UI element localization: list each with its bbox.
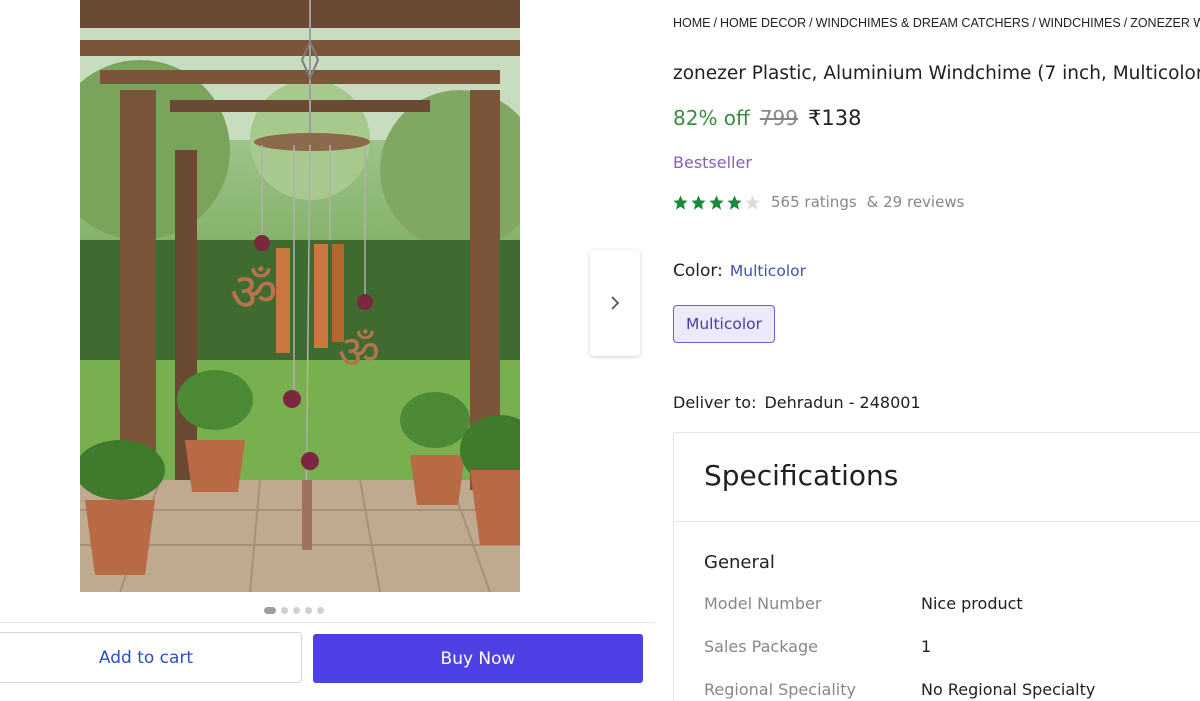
star-filled-icon <box>691 194 706 210</box>
star-filled-icon <box>673 194 688 210</box>
product-image[interactable]: ॐ ॐ <box>80 0 520 592</box>
action-divider <box>0 622 655 623</box>
breadcrumb-windchimes[interactable]: WINDCHIMES <box>1039 16 1121 30</box>
specifications-card: Specifications General Model Number Nice… <box>673 432 1200 701</box>
carousel-dot[interactable] <box>264 606 276 614</box>
carousel-dot[interactable] <box>281 606 288 614</box>
product-title: zonezer Plastic, Aluminium Windchime (7 … <box>673 63 1200 84</box>
star-rating <box>672 194 761 211</box>
add-to-cart-button[interactable]: Add to cart <box>0 632 302 683</box>
spec-row: Regional Speciality No Regional Specialt… <box>704 680 1184 699</box>
bestseller-badge: Bestseller <box>673 153 752 172</box>
carousel-dots <box>264 606 324 614</box>
buy-now-button[interactable]: Buy Now <box>313 634 643 683</box>
breadcrumb-home[interactable]: HOME <box>673 16 711 30</box>
discount-percent: 82% off <box>673 106 750 130</box>
deliver-to-label: Deliver to: <box>673 393 757 412</box>
spec-value: No Regional Specialty <box>921 680 1096 699</box>
star-filled-icon <box>709 194 724 210</box>
chevron-right-icon <box>611 296 620 310</box>
rating-row[interactable]: 565 ratings & 29 reviews <box>672 193 964 211</box>
windchime-photo: ॐ ॐ <box>80 0 520 592</box>
spec-row: Model Number Nice product <box>704 594 1184 613</box>
breadcrumb-current[interactable]: ZONEZER WIN <box>1130 16 1200 30</box>
price-row: 82% off 799 ₹138 <box>673 106 861 130</box>
star-empty-icon <box>745 194 760 210</box>
carousel-dot[interactable] <box>317 606 324 614</box>
delivery-location[interactable]: Deliver to: Dehradun - 248001 <box>673 393 921 412</box>
svg-text:ॐ: ॐ <box>338 325 380 379</box>
spec-section-title: General <box>704 552 775 573</box>
carousel-dot[interactable] <box>293 606 300 614</box>
spec-divider <box>674 521 1200 522</box>
spec-key: Sales Package <box>704 637 818 656</box>
spec-value: 1 <box>921 637 932 656</box>
original-price: 799 <box>759 106 799 130</box>
carousel-dot[interactable] <box>305 606 312 614</box>
breadcrumb: HOME / HOME DECOR / WINDCHIMES & DREAM CATCH… <box>673 16 1200 30</box>
delivery-pincode: Dehradun - 248001 <box>764 393 921 412</box>
color-selected-value: Multicolor <box>729 262 806 280</box>
spec-row: Sales Package 1 <box>704 637 1184 656</box>
next-image-button[interactable] <box>590 250 640 356</box>
breadcrumb-windchimes-dream-catchers[interactable]: WINDCHIMES & DREAM CATCHERS <box>816 16 1030 30</box>
star-filled-icon <box>727 194 742 210</box>
color-option-multicolor[interactable]: Multicolor <box>673 305 775 343</box>
color-label: Color: <box>673 261 723 281</box>
ratings-count: 565 ratings <box>771 193 857 211</box>
color-selector-label: Color: Multicolor <box>673 261 806 281</box>
spec-key: Model Number <box>704 594 822 613</box>
selling-price: ₹138 <box>808 106 862 130</box>
spec-key: Regional Speciality <box>704 680 856 699</box>
svg-text:ॐ: ॐ <box>230 263 277 323</box>
breadcrumb-home-decor[interactable]: HOME DECOR <box>720 16 806 30</box>
reviews-count: & 29 reviews <box>866 193 965 211</box>
spec-value: Nice product <box>921 594 1023 613</box>
specifications-title: Specifications <box>704 459 899 492</box>
